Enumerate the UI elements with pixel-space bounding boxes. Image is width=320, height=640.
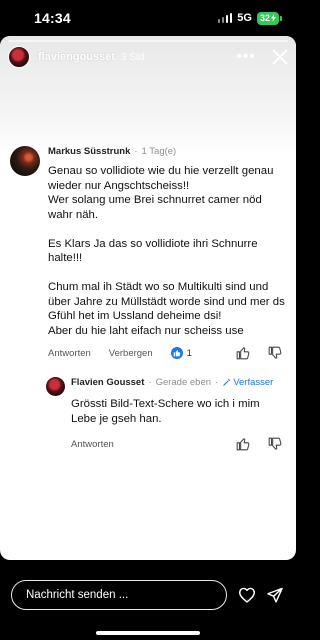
reply-comment: Flavien Gousset · Gerade eben · Verfasse… [46,377,288,452]
like-badge-icon [170,347,183,359]
comment-text: Genau so vollidiote wie du hie verzellt … [48,165,285,337]
story-header: flaviengousset 3 Std. ••• [8,44,288,70]
reply-button[interactable]: Antworten [48,348,91,359]
message-input[interactable]: Nachricht senden ... [11,580,227,610]
reply-text: Grössti Bild-Text-Schere wo ich i mim Le… [71,398,260,425]
reply-author[interactable]: Flavien Gousset [71,377,144,388]
reply-meta: Flavien Gousset · Gerade eben · Verfasse… [71,377,274,388]
thumbs-down-icon[interactable] [268,346,282,360]
status-time: 14:34 [34,10,71,26]
story-card: flaviengousset 3 Std. ••• Markus Süsstru… [0,36,296,560]
comment-time: 1 Tag(e) [141,146,177,157]
close-icon[interactable] [272,49,288,65]
charging-bolt-icon [271,14,276,22]
network-type: 5G [237,12,252,24]
comment: Markus Süsstrunk · 1 Tag(e) Genau so vol… [10,146,288,361]
battery-icon: 32 [256,11,279,25]
comment-meta: Markus Süsstrunk · 1 Tag(e) [48,146,177,157]
more-icon[interactable]: ••• [236,49,256,65]
comment-actions: Antworten Verbergen 1 [48,345,288,361]
heart-icon[interactable] [238,587,256,603]
hide-button[interactable]: Verbergen [109,348,153,359]
send-icon[interactable] [266,587,284,604]
like-count: 1 [186,347,192,359]
comment-author[interactable]: Markus Süsstrunk [48,146,130,157]
story-progress-bar [8,40,288,42]
reply-avatar[interactable] [46,377,65,396]
bottom-bar: Nachricht senden ... [0,560,296,640]
signal-icon [217,13,233,23]
battery-level: 32 [259,13,270,23]
home-indicator[interactable] [96,631,200,635]
reply-actions: Antworten [71,436,288,452]
thumbs-up-icon[interactable] [236,437,250,451]
story-age: 3 Std. [121,51,148,63]
thumbs-up-icon[interactable] [236,346,250,360]
battery-tip [280,15,282,21]
reply-time: Gerade eben [155,377,212,388]
thumbs-down-icon[interactable] [268,437,282,451]
comment-avatar[interactable] [10,146,40,176]
author-badge-label: Verfasser [233,377,274,388]
story-username[interactable]: flaviengousset [38,51,115,63]
story-avatar[interactable] [8,46,30,68]
status-indicators: 5G 32 [217,11,282,25]
pencil-icon [223,378,231,386]
status-bar: 14:34 5G 32 [0,0,296,36]
reply-reply-button[interactable]: Antworten [71,439,114,450]
author-badge: Verfasser [222,377,273,388]
